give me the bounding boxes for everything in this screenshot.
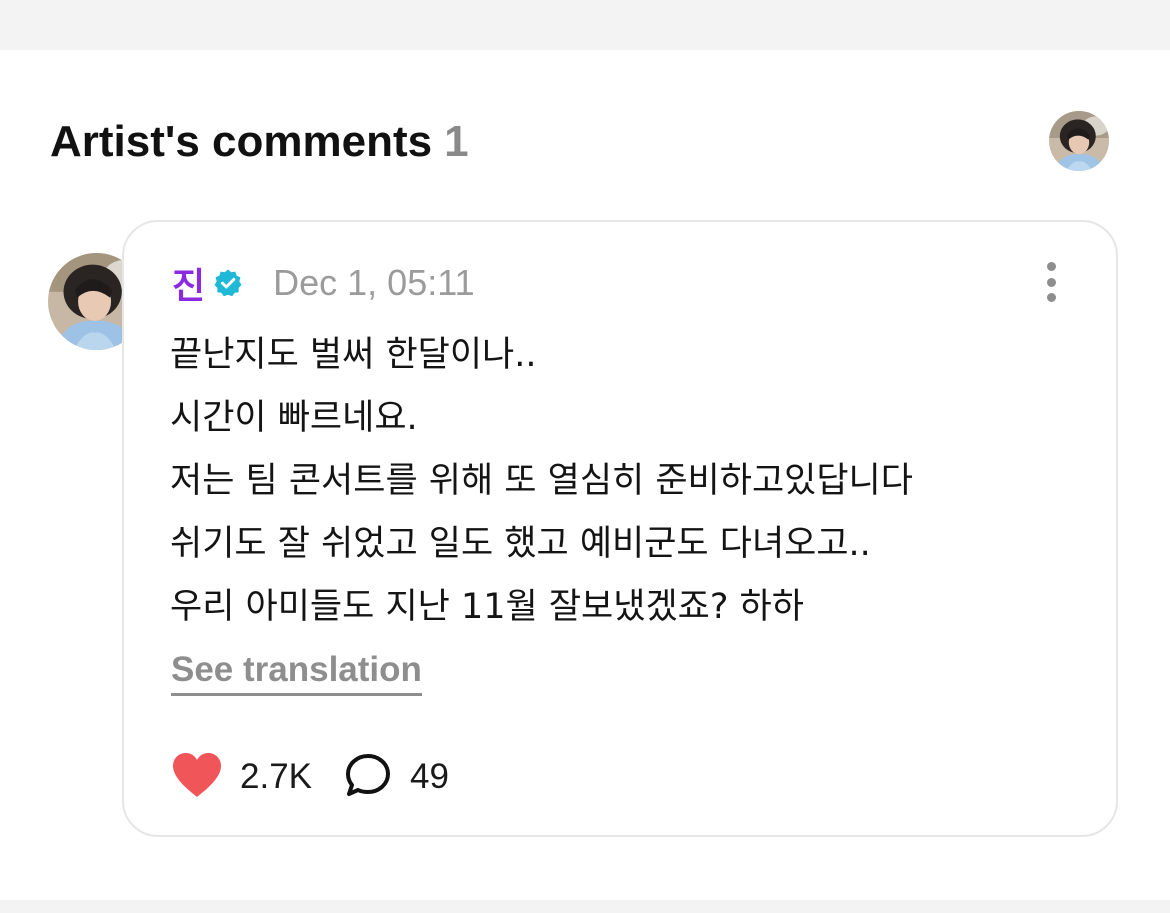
speech-bubble-icon[interactable] [344, 752, 392, 803]
comment-text: 끝난지도 벌써 한달이나.. 시간이 빠르네요. 저는 팀 콘서트를 위해 또 … [170, 324, 1090, 639]
comment-actions: 2.7K 49 [170, 752, 449, 802]
comment-line: 저는 팀 콘서트를 위해 또 열심히 준비하고있답니다 [170, 461, 913, 501]
author-name[interactable]: 진 [172, 257, 205, 309]
current-user-avatar[interactable] [1049, 111, 1109, 171]
section-title: Artist's comments [50, 117, 433, 166]
comment-meta: 진 Dec 1, 05:11 [172, 258, 475, 308]
more-options-icon[interactable] [1036, 260, 1066, 304]
comment-count: 1 [444, 117, 469, 166]
top-divider [0, 0, 1170, 50]
comment-line: 시간이 빠르네요. [170, 398, 418, 438]
reply-count: 49 [410, 757, 449, 796]
heart-icon[interactable] [170, 751, 224, 804]
comment-timestamp: Dec 1, 05:11 [273, 262, 475, 303]
section-header: Artist's comments 1 [50, 112, 469, 172]
comment-line: 우리 아미들도 지난 11월 잘보냈겠죠? 하하 [170, 587, 804, 627]
comment-line: 끝난지도 벌써 한달이나.. [170, 335, 537, 375]
see-translation-link[interactable]: See translation [171, 650, 422, 696]
verified-badge-icon [213, 268, 243, 298]
like-count: 2.7K [240, 757, 312, 796]
bottom-divider [0, 900, 1170, 913]
avatar-photo [1049, 111, 1109, 171]
comment-line: 쉬기도 잘 쉬었고 일도 했고 예비군도 다녀오고.. [170, 524, 871, 564]
comment-card: 진 Dec 1, 05:11 끝난지도 벌써 한달이나.. 시간이 빠르네요. … [122, 220, 1118, 837]
